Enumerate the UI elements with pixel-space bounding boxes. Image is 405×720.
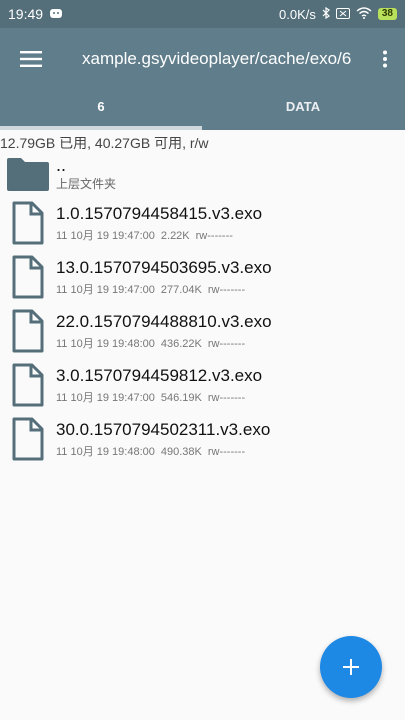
file-size: 277.04K — [160, 283, 202, 296]
tab-data[interactable]: DATA — [202, 90, 404, 130]
path-title: xample.gsyvideoplayer/cache/exo/6 — [62, 49, 365, 69]
tab-current-folder[interactable]: 6 — [0, 90, 202, 130]
network-speed: 0.0K/s — [279, 6, 316, 22]
parent-folder-label: 上层文件夹 — [56, 176, 117, 191]
file-icon — [0, 309, 56, 353]
file-meta: 11 10月 19 19:48:00 436.22K rw------- — [56, 335, 272, 351]
bluetooth-icon — [322, 6, 330, 22]
file-permissions: rw------- — [207, 337, 246, 350]
overflow-menu-button[interactable] — [365, 28, 405, 90]
file-name: 30.0.1570794502311.v3.exo — [56, 419, 271, 439]
parent-folder-row[interactable]: .. 上层文件夹 — [0, 152, 405, 196]
status-bar: 19:49 0.0K/s 38 — [0, 0, 405, 28]
file-name: 3.0.1570794459812.v3.exo — [56, 365, 263, 385]
file-icon — [0, 363, 56, 407]
file-meta: 11 10月 19 19:47:00 2.22K rw------- — [56, 227, 262, 243]
file-permissions: rw------- — [195, 229, 233, 242]
clock: 19:49 — [8, 6, 44, 22]
storage-info: 12.79GB 已用, 40.27GB 可用, r/w — [0, 135, 209, 151]
parent-folder-name: .. — [56, 154, 67, 175]
hamburger-icon — [20, 51, 42, 67]
file-list: .. 上层文件夹 1.0.1570794458415.v3.exo 11 10月… — [0, 152, 405, 466]
file-row[interactable]: 30.0.1570794502311.v3.exo 11 10月 19 19:4… — [0, 412, 405, 466]
file-date: 11 10月 19 19:47:00 — [56, 283, 155, 296]
add-button[interactable] — [320, 636, 382, 698]
file-date: 11 10月 19 19:48:00 — [56, 445, 155, 458]
file-row[interactable]: 1.0.1570794458415.v3.exo 11 10月 19 19:47… — [0, 196, 405, 250]
file-meta: 11 10月 19 19:47:00 277.04K rw------- — [56, 281, 272, 297]
path-title-text: xample.gsyvideoplayer/cache/exo/6 — [82, 49, 352, 68]
menu-button[interactable] — [0, 28, 62, 90]
file-date: 11 10月 19 19:47:00 — [56, 229, 155, 242]
file-meta: 11 10月 19 19:47:00 546.19K rw------- — [56, 389, 262, 405]
file-icon — [0, 255, 56, 299]
file-date: 11 10月 19 19:48:00 — [56, 337, 155, 350]
file-row[interactable]: 13.0.1570794503695.v3.exo 11 10月 19 19:4… — [0, 250, 405, 304]
file-permissions: rw------- — [207, 445, 246, 458]
app-bar: xample.gsyvideoplayer/cache/exo/6 — [0, 28, 405, 90]
more-vert-icon — [383, 50, 387, 68]
file-permissions: rw------- — [207, 283, 246, 296]
file-size: 490.38K — [160, 445, 202, 458]
notification-icon — [49, 6, 63, 22]
sim-icon — [335, 7, 350, 22]
file-date: 11 10月 19 19:47:00 — [56, 391, 155, 404]
tab-bar: 6 DATA — [0, 90, 405, 130]
file-name: 13.0.1570794503695.v3.exo — [56, 257, 272, 277]
file-name: 1.0.1570794458415.v3.exo — [56, 203, 263, 223]
file-icon — [0, 417, 56, 461]
plus-icon — [343, 659, 359, 675]
file-size: 546.19K — [160, 391, 202, 404]
file-permissions: rw------- — [207, 391, 246, 404]
file-row[interactable]: 3.0.1570794459812.v3.exo 11 10月 19 19:47… — [0, 358, 405, 412]
folder-icon — [0, 156, 56, 192]
file-meta: 11 10月 19 19:48:00 490.38K rw------- — [56, 443, 270, 459]
file-icon — [0, 201, 56, 245]
battery-indicator: 38 — [377, 8, 397, 20]
file-row[interactable]: 22.0.1570794488810.v3.exo 11 10月 19 19:4… — [0, 304, 405, 358]
wifi-icon — [356, 6, 372, 22]
file-size: 2.22K — [160, 229, 190, 242]
file-size: 436.22K — [160, 337, 202, 350]
file-name: 22.0.1570794488810.v3.exo — [56, 311, 272, 331]
